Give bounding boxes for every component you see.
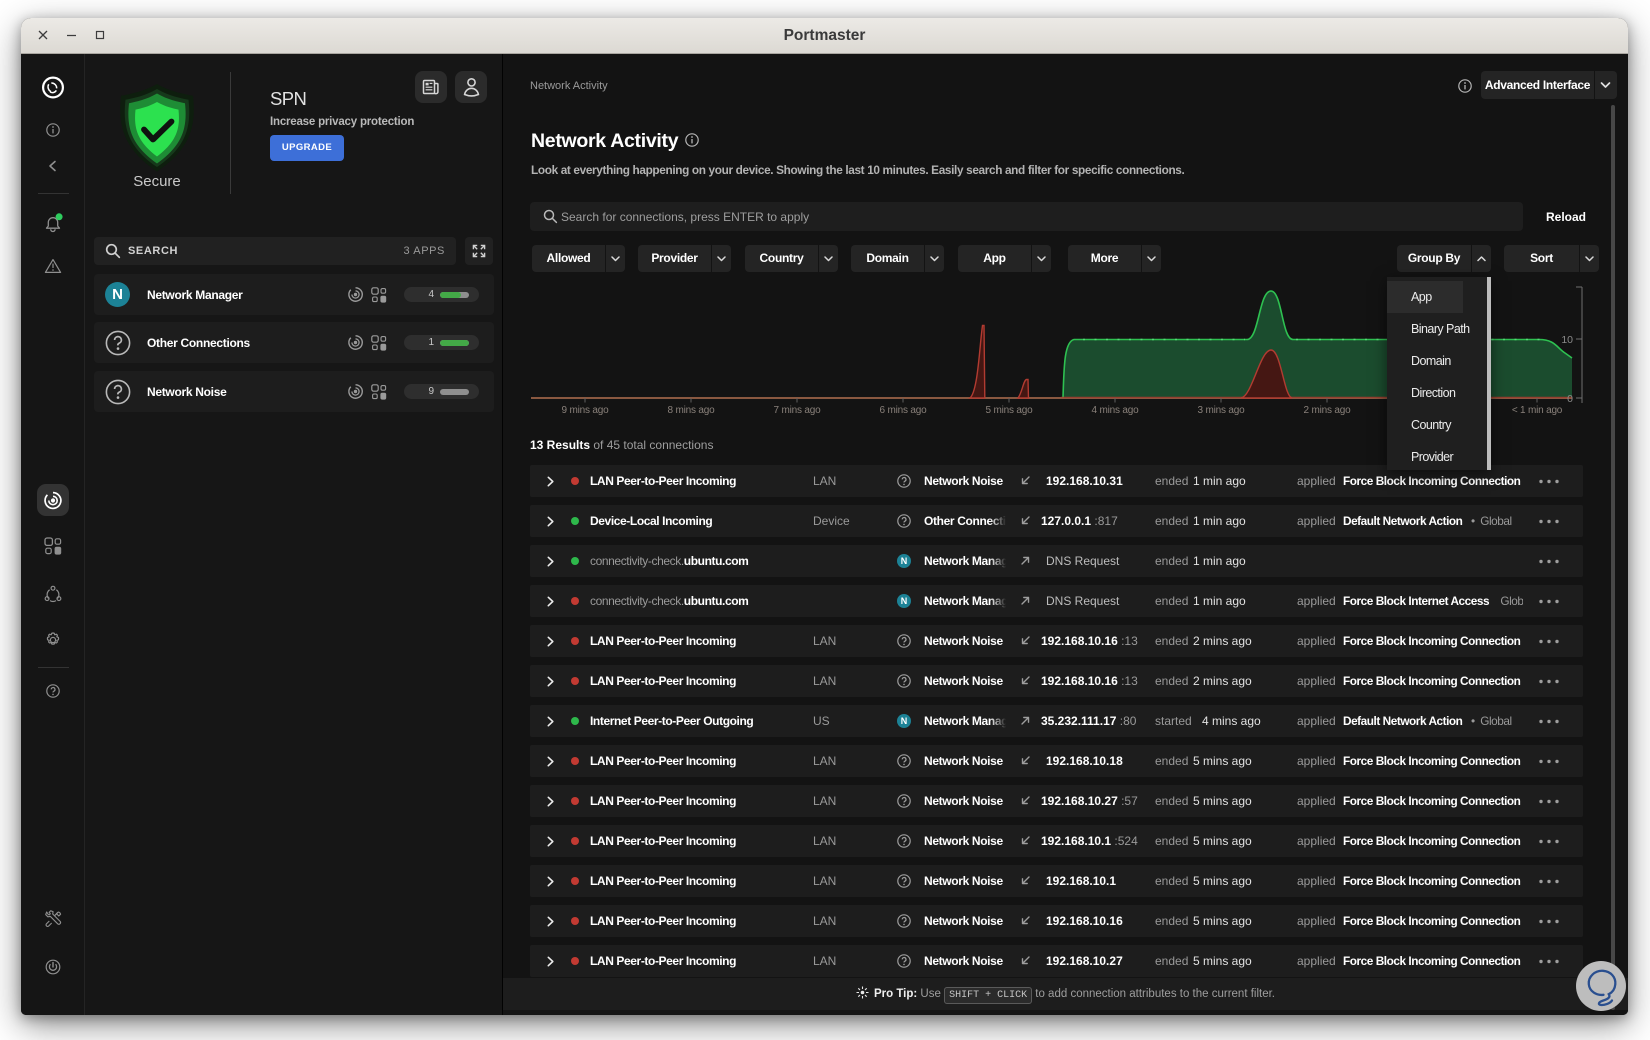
- svg-text:< 1 min ago: < 1 min ago: [1512, 405, 1563, 416]
- svg-text:9 mins ago: 9 mins ago: [562, 405, 610, 416]
- svg-text:4 mins ago: 4 mins ago: [1092, 405, 1140, 416]
- svg-text:8 mins ago: 8 mins ago: [668, 405, 716, 416]
- svg-text:10: 10: [1561, 334, 1573, 346]
- svg-text:5 mins ago: 5 mins ago: [986, 405, 1034, 416]
- svg-text:6 mins ago: 6 mins ago: [880, 405, 928, 416]
- svg-text:3 mins ago: 3 mins ago: [1198, 405, 1246, 416]
- svg-text:0: 0: [1567, 393, 1573, 405]
- svg-text:2 mins ago: 2 mins ago: [1304, 405, 1352, 416]
- svg-text:7 mins ago: 7 mins ago: [774, 405, 822, 416]
